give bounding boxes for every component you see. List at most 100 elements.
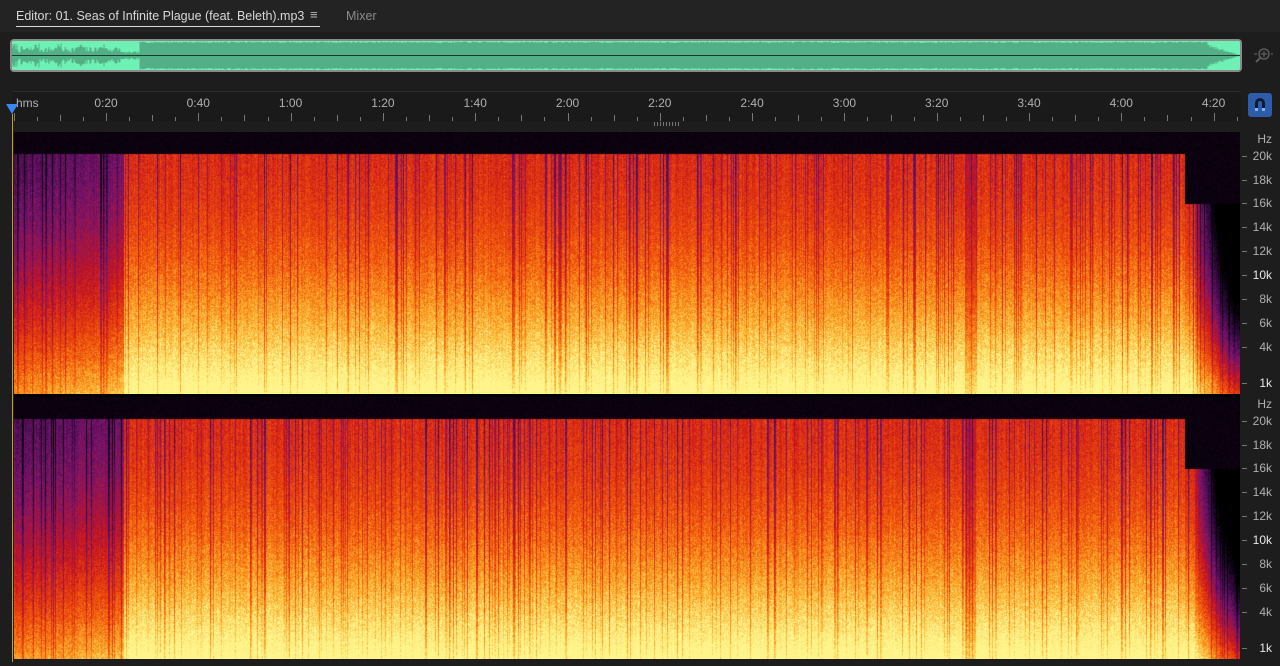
frequency-tick — [1242, 323, 1247, 324]
ruler-tick — [659, 113, 661, 121]
ruler-tick — [1213, 113, 1215, 121]
frequency-label: 8k — [1259, 292, 1272, 306]
spectrogram-channel-left[interactable] — [14, 132, 1240, 394]
frequency-tick — [1242, 445, 1247, 446]
frequency-tick — [1242, 492, 1247, 493]
ruler-tick — [705, 115, 707, 121]
ruler-tick — [175, 117, 177, 121]
frequency-axis-right: Hz 20k 18k 16k 14k 12k 10k 8k 6k 4k 1k — [1242, 397, 1280, 659]
overview-navigator[interactable] — [10, 39, 1242, 72]
tab-editor-underline — [16, 26, 320, 27]
ruler-tick — [429, 115, 431, 121]
resize-grip[interactable] — [654, 122, 680, 126]
frequency-tick — [1242, 383, 1247, 384]
ruler-tick — [13, 113, 15, 121]
frequency-axis-left: Hz 20k 18k 16k 14k 12k 10k 8k 6k 4k 1k — [1242, 132, 1280, 394]
frequency-tick — [1242, 275, 1247, 276]
ruler-label: 4:20 — [1201, 96, 1226, 110]
frequency-label: 8k — [1259, 557, 1272, 571]
magnet-icon[interactable] — [1248, 93, 1272, 117]
ruler-tick — [867, 117, 869, 121]
tab-mixer[interactable]: Mixer — [346, 8, 377, 24]
frequency-label: 18k — [1252, 173, 1272, 187]
ruler-tick — [959, 117, 961, 121]
ruler-label: 2:40 — [740, 96, 764, 110]
tab-editor[interactable]: Editor: 01. Seas of Infinite Plague (fea… — [16, 8, 304, 24]
ruler-tick — [1167, 115, 1169, 121]
spectrogram-left — [14, 132, 1240, 394]
frequency-tick — [1242, 648, 1247, 649]
frequency-label: 16k — [1252, 196, 1272, 210]
frequency-tick — [1242, 347, 1247, 348]
frequency-tick — [1242, 299, 1247, 300]
overview-waveform — [12, 41, 1240, 70]
ruler-tick — [982, 115, 984, 121]
ruler-tick — [221, 117, 223, 121]
frequency-tick — [1242, 251, 1247, 252]
frequency-label: 4k — [1259, 340, 1272, 354]
ruler-tick — [1075, 115, 1077, 121]
ruler-tick — [729, 117, 731, 121]
ruler-tick — [613, 115, 615, 121]
time-ruler[interactable]: hms 0:20 0:40 1:00 1:20 1:40 2:00 2:20 2:40 3:00… — [12, 91, 1241, 121]
ruler-tick — [1121, 113, 1123, 121]
frequency-tick — [1242, 588, 1247, 589]
ruler-tick — [336, 115, 338, 121]
frequency-label: 12k — [1252, 244, 1272, 258]
ruler-tick — [1029, 113, 1030, 121]
ruler-tick — [544, 117, 546, 121]
frequency-label: 14k — [1252, 220, 1272, 234]
frequency-label: 10k — [1252, 533, 1272, 547]
ruler-tick — [313, 117, 315, 121]
ruler-label: 1:20 — [371, 96, 395, 110]
frequency-label: 6k — [1259, 581, 1272, 595]
frequency-label: 14k — [1252, 485, 1272, 499]
playhead-handle[interactable] — [6, 104, 18, 114]
ruler-tick — [844, 113, 846, 121]
ruler-label: 0:20 — [94, 96, 118, 110]
frequency-tick — [1242, 540, 1247, 541]
frequency-label: 16k — [1252, 461, 1272, 475]
frequency-tick — [1242, 203, 1247, 204]
tab-menu-icon[interactable]: ≡ — [310, 7, 318, 22]
ruler-label: 3:20 — [925, 96, 949, 110]
frequency-tick — [1242, 180, 1247, 181]
ruler-tick — [567, 113, 569, 121]
ruler-tick — [1052, 117, 1054, 121]
frequency-tick — [1242, 612, 1247, 613]
ruler-label: 1:40 — [463, 96, 487, 110]
ruler-tick — [890, 115, 892, 121]
overview-waveform-graphic — [12, 41, 1240, 70]
ruler-tick — [267, 117, 269, 121]
ruler-label: 2:00 — [555, 96, 580, 110]
ruler-tick — [382, 113, 384, 121]
zoom-in-icon[interactable] — [1252, 44, 1274, 66]
ruler-tick — [452, 117, 454, 121]
ruler-tick — [775, 117, 777, 121]
ruler-tick — [82, 117, 84, 121]
ruler-tick — [290, 113, 292, 121]
frequency-label: 1k — [1259, 376, 1272, 390]
frequency-label: 1k — [1259, 641, 1272, 655]
frequency-tick — [1242, 516, 1247, 517]
frequency-tick — [1242, 421, 1247, 422]
ruler-tick — [1190, 117, 1192, 121]
frequency-unit: Hz — [1257, 132, 1272, 146]
spectrogram-channel-right[interactable] — [14, 397, 1240, 659]
ruler-tick — [198, 113, 200, 121]
frequency-label: 20k — [1252, 414, 1272, 428]
ruler-label: 1:00 — [278, 96, 303, 110]
ruler-unit: hms — [16, 96, 39, 110]
playhead-line — [12, 114, 13, 662]
ruler-tick — [359, 117, 361, 121]
tab-bar: Editor: 01. Seas of Infinite Plague (fea… — [0, 0, 1280, 32]
frequency-tick — [1242, 156, 1247, 157]
frequency-tick — [1242, 468, 1247, 469]
ruler-tick — [590, 117, 592, 121]
frequency-unit: Hz — [1257, 397, 1272, 411]
frequency-tick — [1242, 564, 1247, 565]
ruler-tick — [1005, 117, 1007, 121]
ruler-tick — [821, 117, 823, 121]
ruler-label: 2:20 — [648, 96, 672, 110]
ruler-tick — [498, 117, 500, 121]
